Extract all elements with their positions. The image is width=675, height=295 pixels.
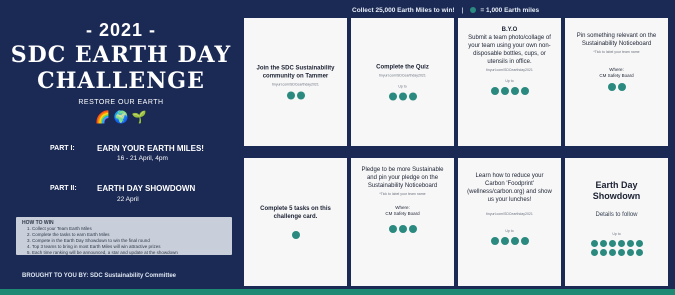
earth-mile-dots — [466, 87, 553, 95]
title-line-2: CHALLENGE — [37, 68, 205, 94]
earth-mile-dots — [587, 240, 647, 256]
poster: - 2021 - SDC EARTH DAY CHALLENGE RESTORE… — [0, 0, 675, 295]
earth-mile-dot-icon — [599, 240, 607, 247]
card-main: Pin something relevant on the Sustainabi… — [576, 33, 657, 47]
earth-mile-dot-icon — [635, 249, 643, 256]
card-complete-5: Complete 5 tasks on this challenge card. — [244, 158, 347, 286]
card-main: Pledge to be more Sustainable and pin yo… — [361, 167, 444, 189]
card-main: Learn how to reduce your Carbon 'Foodpri… — [467, 173, 552, 203]
year-label: - 2021 - — [85, 20, 157, 40]
earth-mile-dot-icon — [408, 225, 417, 233]
footer-credit: BROUGHT TO YOU BY: SDC Sustainability Co… — [22, 273, 177, 279]
subtitle: RESTORE OUR EARTH — [78, 99, 164, 106]
earth-mile-dot-icon — [617, 240, 625, 247]
earth-mile-dot-icon — [590, 240, 598, 247]
card-main: Submit a team photo/collage of your team… — [468, 35, 551, 65]
card-title: B.Y.O — [501, 27, 518, 33]
earth-mile-dots — [466, 237, 553, 245]
card-main: Complete the Quiz — [376, 64, 429, 71]
card-link: tinyurl.com/SDCearthday2021 — [486, 68, 533, 72]
earth-mile-dot-icon — [635, 240, 643, 247]
card-byo: B.Y.O Submit a team photo/collage of you… — [458, 18, 561, 146]
how-to-win-box: HOW TO WIN Collect your Team Earth Miles… — [16, 217, 232, 255]
earth-mile-dot-icon — [490, 87, 499, 95]
earth-mile-dots — [573, 83, 660, 91]
title-line-1: SDC EARTH DAY — [10, 42, 232, 68]
legend-text: = 1,000 Earth miles — [480, 6, 540, 14]
card-note: *Tick to label your team name — [379, 192, 426, 196]
part1-label: PART I: — [50, 145, 75, 152]
card-foodprint: Learn how to reduce your Carbon 'Foodpri… — [458, 158, 561, 286]
card-quiz: Complete the Quiz tinyurl.com/SDCearthda… — [351, 18, 454, 146]
earth-mile-dot-icon — [500, 237, 509, 245]
earth-mile-dot-icon — [296, 91, 305, 100]
earth-mile-dot-icon — [398, 92, 407, 101]
earth-mile-dots — [252, 231, 339, 239]
up-to-label: Up to — [398, 84, 407, 89]
card-tammer: Join the SDC Sustainability community on… — [244, 18, 347, 146]
earth-mile-dot-icon — [500, 87, 509, 95]
earth-mile-dot-icon — [626, 249, 634, 256]
earth-mile-dot-icon — [607, 83, 616, 91]
earth-mile-dot-icon — [590, 249, 598, 256]
earth-mile-dot-icon — [608, 249, 616, 256]
earth-mile-dots — [359, 92, 446, 101]
earth-mile-dot-icon — [617, 249, 625, 256]
card-noticeboard: Pin something relevant on the Sustainabi… — [565, 18, 668, 146]
earth-mile-dot-icon — [286, 91, 295, 100]
card-link: tinyurl.com/SDCearthday2021 — [272, 82, 319, 87]
showdown-details: Details to follow — [595, 212, 638, 218]
showdown-title: Earth Day Showdown — [592, 180, 641, 201]
earth-emojis-icon: 🌈 🌍 🌱 — [95, 110, 147, 124]
card-pledge: Pledge to be more Sustainable and pin yo… — [351, 158, 454, 286]
collect-goal-text: Collect 25,000 Earth Miles to win! — [352, 6, 455, 14]
earth-mile-dot-icon — [388, 225, 397, 233]
card-link: tinyurl.com/SDCearthday2021 — [486, 212, 533, 216]
where-location: CM Safety Board — [599, 73, 634, 78]
earth-mile-dot-icon — [470, 7, 477, 13]
earth-mile-dot-icon — [617, 83, 626, 91]
howto-step: Each time ranking will be announced, a s… — [32, 250, 226, 256]
earth-mile-dot-icon — [490, 237, 499, 245]
part1-title: EARN YOUR EARTH MILES! — [97, 144, 204, 153]
header-separator: | — [461, 6, 464, 14]
challenge-grid: Join the SDC Sustainability community on… — [244, 18, 669, 286]
earth-mile-dots — [359, 225, 446, 233]
part2-title: EARTH DAY SHOWDOWN — [97, 184, 196, 193]
earth-mile-dot-icon — [520, 87, 529, 95]
earth-mile-dot-icon — [398, 225, 407, 233]
earth-mile-dots — [252, 91, 339, 100]
up-to-label: Up to — [505, 79, 514, 83]
part2-label: PART II: — [50, 185, 77, 192]
card-main: Join the SDC Sustainability community on… — [256, 65, 335, 80]
left-panel: - 2021 - SDC EARTH DAY CHALLENGE RESTORE… — [2, 2, 240, 292]
earth-mile-dot-icon — [626, 240, 634, 247]
earth-mile-dot-icon — [608, 240, 616, 247]
earth-mile-dot-icon — [599, 249, 607, 256]
card-note: *Tick to label your team name — [593, 50, 640, 54]
up-to-label: Up to — [612, 232, 621, 236]
earth-mile-dot-icon — [510, 87, 519, 95]
card-showdown: Earth Day Showdown Details to follow Up … — [565, 158, 668, 286]
up-to-label: Up to — [505, 229, 514, 233]
part2-date: 22 April — [117, 196, 139, 203]
earth-mile-dot-icon — [388, 92, 397, 101]
card-main: Complete 5 tasks on this challenge card. — [260, 206, 331, 220]
earth-mile-dot-icon — [510, 237, 519, 245]
part1-date: 16 - 21 April, 4pm — [117, 155, 168, 162]
card-link: tinyurl.com/SDCearthday2021 — [379, 73, 426, 78]
earth-mile-dot-icon — [520, 237, 529, 245]
earth-mile-dot-icon — [291, 231, 300, 239]
bottom-accent-bar — [0, 289, 675, 295]
earth-miles-header: Collect 25,000 Earth Miles to win! | = 1… — [352, 4, 539, 16]
earth-mile-dot-icon — [408, 92, 417, 101]
where-location: CM Safety Board — [385, 211, 420, 216]
